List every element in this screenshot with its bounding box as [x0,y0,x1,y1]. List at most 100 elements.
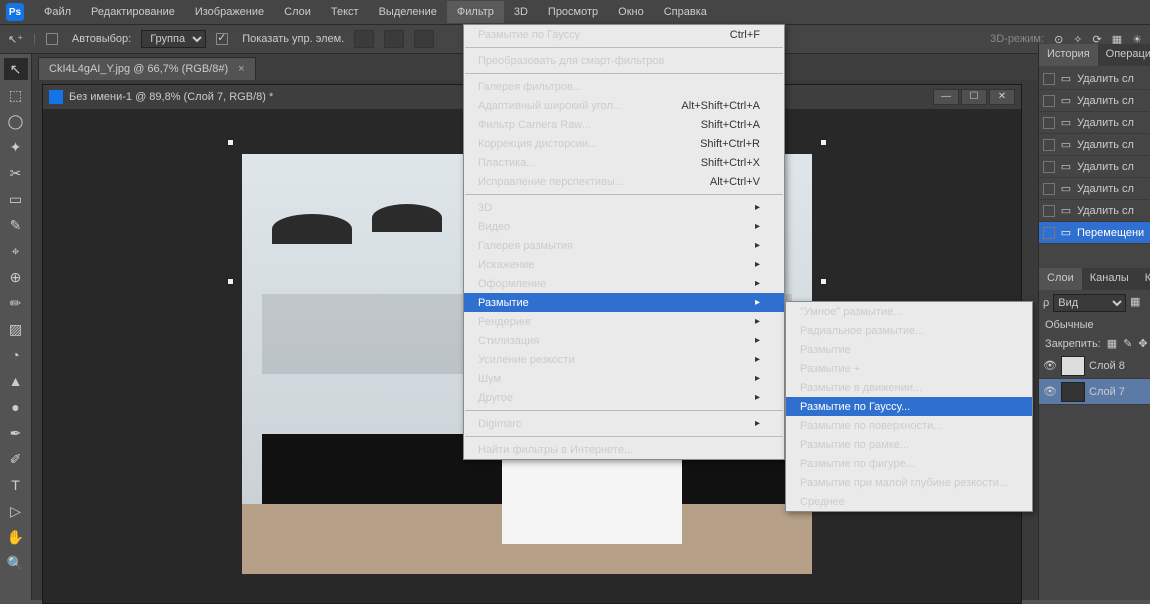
tool-button[interactable]: ▲ [4,370,28,392]
tool-button[interactable]: ✒ [4,422,28,444]
filter-menu-item[interactable]: Шум [464,369,784,388]
filter-menu-item[interactable]: Усиление резкости [464,350,784,369]
filter-menu-item[interactable]: Галерея размытия [464,236,784,255]
menu-3d[interactable]: 3D [504,1,538,23]
blur-submenu-item[interactable]: Размытие [786,340,1032,359]
history-item[interactable]: ▭Удалить сл [1039,112,1150,134]
blur-submenu-item[interactable]: Размытие + [786,359,1032,378]
filter-menu-item[interactable]: Пластика...Shift+Ctrl+X [464,153,784,172]
menu-фильтр[interactable]: Фильтр [447,1,504,23]
blur-submenu-item[interactable]: "Умное" размытие... [786,302,1032,321]
filter-menu-item[interactable]: Видео [464,217,784,236]
close-button[interactable]: ✕ [989,89,1015,105]
autoselect-checkbox[interactable] [46,33,58,45]
menu-окно[interactable]: Окно [608,1,654,23]
filter-menu-item[interactable]: Другое [464,388,784,407]
tool-button[interactable]: ▭ [4,188,28,210]
history-state-icon: ▭ [1059,138,1073,151]
tool-button[interactable]: ▷ [4,500,28,522]
filter-menu-item[interactable]: 3D [464,198,784,217]
lock-icon[interactable]: ✎ [1123,337,1132,350]
filter-menu-item[interactable]: Размытие [464,293,784,312]
menu-изображение[interactable]: Изображение [185,1,274,23]
blur-submenu-item[interactable]: Среднее [786,492,1032,511]
tool-button[interactable]: ◯ [4,110,28,132]
tool-button[interactable]: ▨ [4,318,28,340]
tool-button[interactable]: ✦ [4,136,28,158]
blur-submenu-item[interactable]: Размытие по поверхности... [786,416,1032,435]
history-item[interactable]: ▭Удалить сл [1039,156,1150,178]
tool-button[interactable]: 🔍 [4,552,28,574]
visibility-icon[interactable]: 👁 [1043,385,1057,398]
filter-menu-item[interactable]: Оформление [464,274,784,293]
tool-button[interactable]: T [4,474,28,496]
history-item[interactable]: ▭Удалить сл [1039,68,1150,90]
align-icon[interactable] [384,30,404,48]
tool-button[interactable]: ✂ [4,162,28,184]
filter-menu-item[interactable]: Коррекция дисторсии...Shift+Ctrl+R [464,134,784,153]
history-tab[interactable]: История [1039,44,1098,66]
document-tab[interactable]: CkI4L4gAI_Y.jpg @ 66,7% (RGB/8#) × [38,57,256,80]
actions-tab[interactable]: Операции [1098,44,1150,66]
filter-menu-item[interactable]: Рендеринг [464,312,784,331]
align-icon[interactable] [354,30,374,48]
history-item[interactable]: ▭Удалить сл [1039,134,1150,156]
blur-submenu-item[interactable]: Размытие в движении... [786,378,1032,397]
filter-menu-item[interactable]: Преобразовать для смарт-фильтров [464,51,784,70]
layer-row[interactable]: 👁Слой 8 [1039,353,1150,379]
filter-menu-item[interactable]: Фильтр Camera Raw...Shift+Ctrl+A [464,115,784,134]
layer-kind-select[interactable]: Вид [1053,294,1126,312]
close-icon[interactable]: × [238,63,244,75]
layer-row[interactable]: 👁Слой 7 [1039,379,1150,405]
blur-submenu-item[interactable]: Размытие по Гауссу... [786,397,1032,416]
filter-menu-item[interactable]: Digimarc [464,414,784,433]
history-item[interactable]: ▭Удалить сл [1039,90,1150,112]
menu-просмотр[interactable]: Просмотр [538,1,608,23]
blur-submenu-item[interactable]: Размытие при малой глубине резкости... [786,473,1032,492]
visibility-icon[interactable]: 👁 [1043,359,1057,372]
paths-tab[interactable]: Ко [1137,268,1150,290]
filter-menu-item[interactable]: Исправление перспективы...Alt+Ctrl+V [464,172,784,191]
filter-icon[interactable]: ▦ [1130,295,1146,311]
blend-mode-label[interactable]: Обычные [1039,316,1150,334]
align-icon[interactable] [414,30,434,48]
show-transform-controls-checkbox[interactable] [216,33,228,45]
autoselect-type-select[interactable]: Группа [141,30,206,48]
lock-icon[interactable]: ✥ [1138,337,1147,350]
filter-menu-item[interactable]: Адаптивный широкий угол...Alt+Shift+Ctrl… [464,96,784,115]
menu-редактирование[interactable]: Редактирование [81,1,185,23]
tool-button[interactable]: ⊕ [4,266,28,288]
tool-button[interactable]: ✐ [4,448,28,470]
channels-tab[interactable]: Каналы [1082,268,1137,290]
tool-button[interactable]: ✎ [4,214,28,236]
history-item[interactable]: ▭Удалить сл [1039,200,1150,222]
blur-submenu-item[interactable]: Размытие по фигуре... [786,454,1032,473]
tool-button[interactable]: ✏ [4,292,28,314]
filter-menu-item[interactable]: Галерея фильтров... [464,77,784,96]
tool-button[interactable]: ⬚ [4,84,28,106]
minimize-button[interactable]: — [933,89,959,105]
filter-menu-item[interactable]: Стилизация [464,331,784,350]
tool-button[interactable]: ↖ [4,58,28,80]
history-item[interactable]: ▭Удалить сл [1039,178,1150,200]
menu-выделение[interactable]: Выделение [369,1,447,23]
layers-tab[interactable]: Слои [1039,268,1082,290]
filter-menu-item[interactable]: Искажение [464,255,784,274]
tool-button[interactable]: ◔ [4,344,28,366]
history-state-icon: ▭ [1059,160,1073,173]
blur-submenu-item[interactable]: Размытие по рамке... [786,435,1032,454]
menu-слои[interactable]: Слои [274,1,321,23]
maximize-button[interactable]: ☐ [961,89,987,105]
tool-button[interactable]: ● [4,396,28,418]
tool-button[interactable]: ⌖ [4,240,28,262]
tool-button[interactable]: ✋ [4,526,28,548]
blur-submenu-item[interactable]: Радиальное размытие... [786,321,1032,340]
menu-файл[interactable]: Файл [34,1,81,23]
menu-справка[interactable]: Справка [654,1,717,23]
lock-icon[interactable]: ▦ [1107,337,1117,350]
filter-menu-item[interactable]: Найти фильтры в Интернете... [464,440,784,459]
history-item[interactable]: ▭Перемещени [1039,222,1150,244]
menu-текст[interactable]: Текст [321,1,369,23]
history-state-icon: ▭ [1059,116,1073,129]
filter-menu-item[interactable]: Размытие по ГауссуCtrl+F [464,25,784,44]
